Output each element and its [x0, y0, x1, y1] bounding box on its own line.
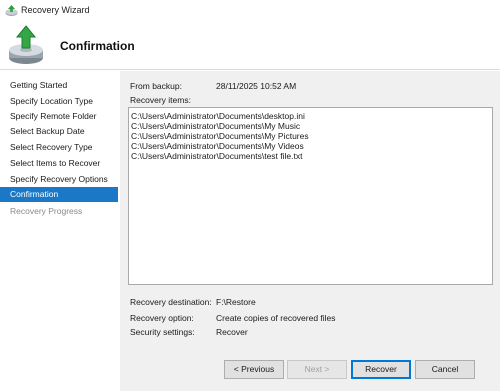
recovery-destination-value: F:\Restore: [216, 297, 256, 307]
recover-button[interactable]: Recover: [351, 360, 411, 379]
list-item: C:\Users\Administrator\Documents\My Vide…: [131, 141, 304, 151]
step-specify-location-type[interactable]: Specify Location Type: [0, 94, 118, 109]
step-select-recovery-type[interactable]: Select Recovery Type: [0, 140, 118, 155]
backup-drive-icon: [9, 25, 43, 64]
recovery-option-value: Create copies of recovered files: [216, 313, 336, 323]
step-specify-remote-folder[interactable]: Specify Remote Folder: [0, 109, 118, 124]
recovery-option-label: Recovery option:: [130, 313, 194, 323]
previous-button[interactable]: < Previous: [224, 360, 284, 379]
recovery-items-label: Recovery items:: [130, 95, 191, 105]
list-item: C:\Users\Administrator\Documents\My Pict…: [131, 131, 309, 141]
list-item: C:\Users\Administrator\Documents\My Musi…: [131, 121, 301, 131]
next-button: Next >: [287, 360, 347, 379]
step-confirmation[interactable]: Confirmation: [0, 187, 118, 202]
security-settings-value: Recover: [216, 327, 248, 337]
security-settings-label: Security settings:: [130, 327, 195, 337]
recovery-destination-label: Recovery destination:: [130, 297, 212, 307]
title-bar: Recovery Wizard: [0, 0, 500, 22]
cancel-button[interactable]: Cancel: [415, 360, 475, 379]
step-specify-recovery-options[interactable]: Specify Recovery Options: [0, 172, 118, 187]
step-getting-started[interactable]: Getting Started: [0, 78, 118, 93]
wizard-steps-sidebar: Getting Started Specify Location Type Sp…: [0, 71, 120, 391]
window-title: Recovery Wizard: [21, 5, 90, 15]
list-item: C:\Users\Administrator\Documents\test fi…: [131, 151, 303, 161]
step-recovery-progress: Recovery Progress: [10, 206, 83, 216]
from-backup-value: 28/11/2025 10:52 AM: [216, 81, 297, 91]
page-heading: Confirmation: [60, 39, 135, 53]
wizard-footer: < Previous Next > Recover Cancel: [120, 351, 500, 391]
step-select-items-to-recover[interactable]: Select Items to Recover: [0, 156, 118, 171]
recovery-items-list[interactable]: C:\Users\Administrator\Documents\desktop…: [128, 107, 493, 285]
wizard-header: Confirmation: [0, 22, 500, 70]
from-backup-label: From backup:: [130, 81, 182, 91]
confirmation-panel: From backup: 28/11/2025 10:52 AM Recover…: [120, 71, 500, 351]
list-item: C:\Users\Administrator\Documents\desktop…: [131, 111, 305, 121]
app-icon: [5, 5, 18, 16]
step-select-backup-date[interactable]: Select Backup Date: [0, 124, 118, 139]
